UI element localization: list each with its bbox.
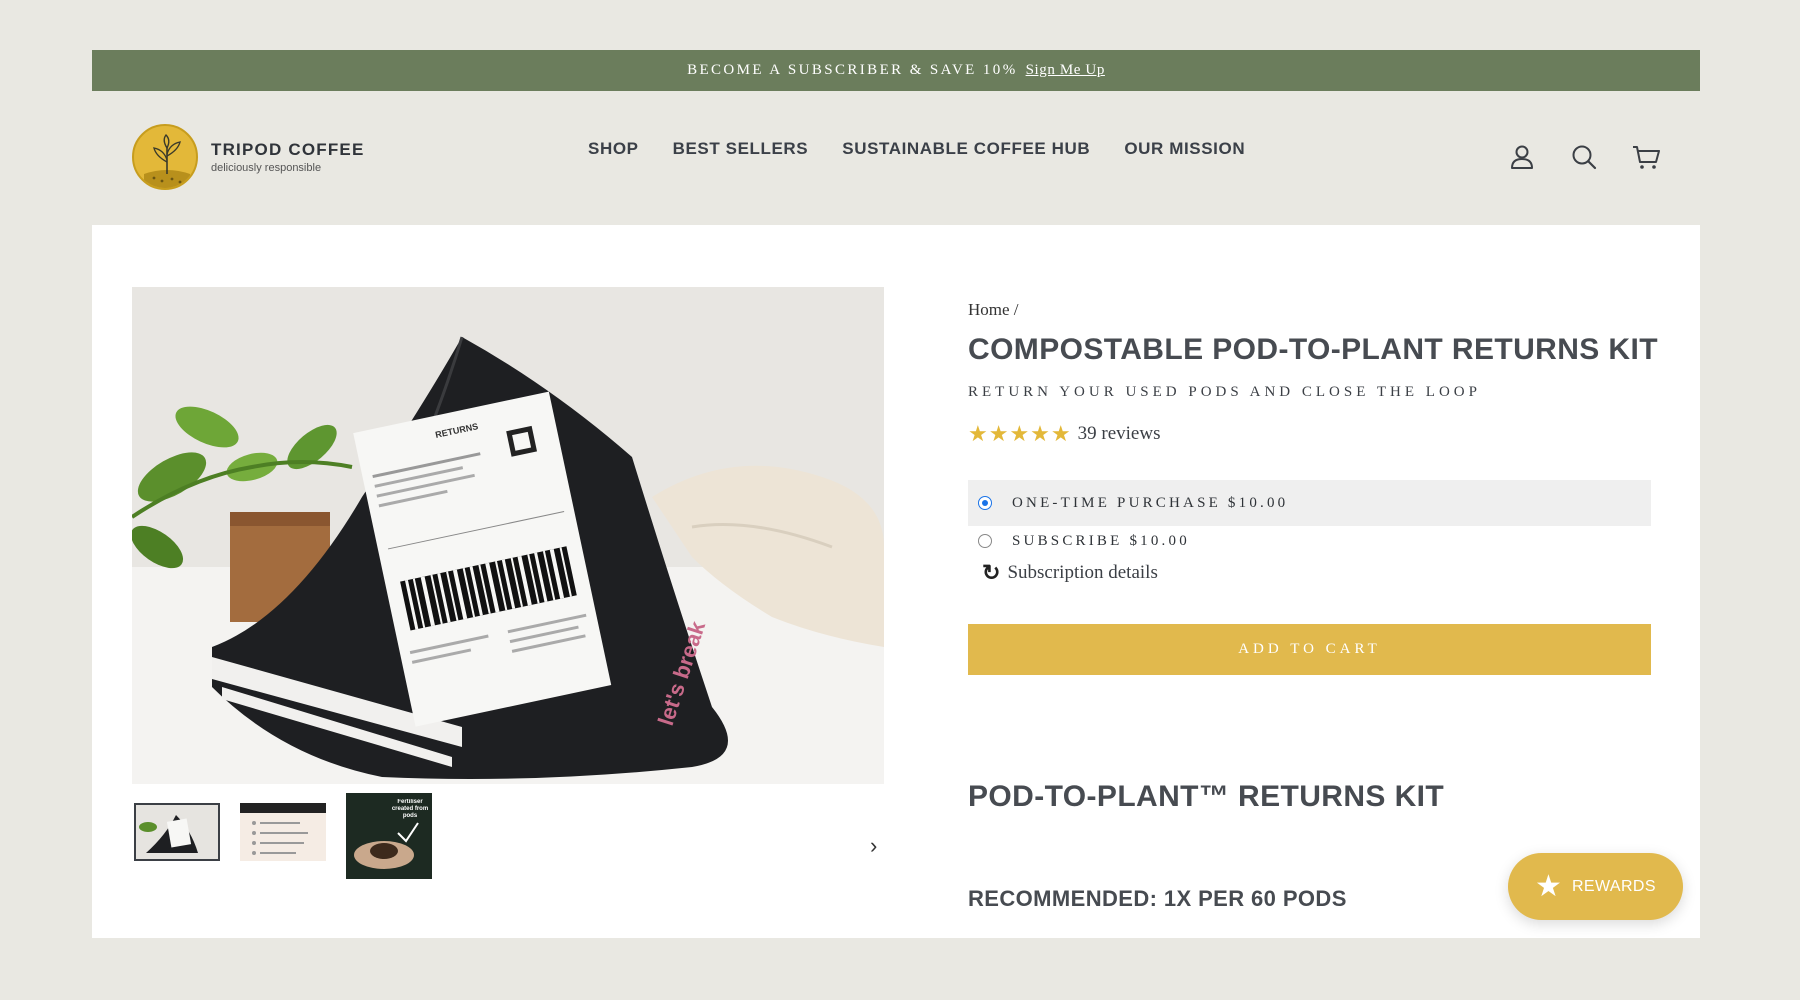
announcement-bar: BECOME A SUBSCRIBER & SAVE 10% Sign Me U… <box>92 50 1700 91</box>
refresh-icon: ↻ <box>982 560 1001 585</box>
subscription-details-text: Subscription details <box>1007 562 1158 583</box>
thumbnail-strip: Fertiliser created from pods <box>134 793 432 879</box>
search-icon[interactable] <box>1570 143 1598 171</box>
add-to-cart-button[interactable]: ADD TO CART <box>968 624 1651 675</box>
product-title: COMPOSTABLE POD-TO-PLANT RETURNS KIT <box>968 333 1658 366</box>
brand-name: TRIPOD COFFEE <box>211 140 365 159</box>
announcement-text: BECOME A SUBSCRIBER & SAVE 10% <box>687 62 1018 78</box>
nav-sustainable-coffee-hub[interactable]: SUSTAINABLE COFFEE HUB <box>842 139 1090 159</box>
brand-tagline: deliciously responsible <box>211 162 322 174</box>
reviews-link[interactable]: 39 reviews <box>1078 423 1161 445</box>
subscription-details-link[interactable]: ↻ Subscription details <box>982 560 1158 586</box>
logo-emblem-icon <box>132 124 198 190</box>
option-subscribe[interactable]: SUBSCRIBE $10.00 <box>968 518 1651 564</box>
rewards-label: REWARDS <box>1571 877 1656 895</box>
nav-shop[interactable]: SHOP <box>588 139 639 159</box>
thumbnail-1[interactable] <box>134 803 220 861</box>
account-icon[interactable] <box>1508 143 1536 171</box>
cart-icon[interactable] <box>1632 143 1660 171</box>
breadcrumb-home[interactable]: Home <box>968 300 1010 319</box>
recommended-text: RECOMMENDED: 1X PER 60 PODS <box>968 886 1347 911</box>
product-rating: ★★★★★ 39 reviews <box>968 421 1160 447</box>
logo[interactable]: TRIPOD COFFEE deliciously responsible <box>132 124 365 190</box>
one-time-radio[interactable] <box>978 496 992 510</box>
one-time-label: ONE-TIME PURCHASE $10.00 <box>1012 494 1289 511</box>
product-main-image[interactable]: RETURNS let's break <box>132 287 884 784</box>
section-title: POD-TO-PLANT™ RETURNS KIT <box>968 780 1445 813</box>
sign-up-link[interactable]: Sign Me Up <box>1026 62 1105 79</box>
breadcrumb: Home / <box>968 300 1019 320</box>
main-nav: SHOP BEST SELLERS SUSTAINABLE COFFEE HUB… <box>588 139 1245 159</box>
star-icon: ★ <box>1535 870 1562 903</box>
nav-our-mission[interactable]: OUR MISSION <box>1124 139 1245 159</box>
product-subtitle: RETURN YOUR USED PODS AND CLOSE THE LOOP <box>968 384 1481 400</box>
rewards-button[interactable]: ★ REWARDS <box>1508 853 1683 920</box>
header-icons <box>1508 143 1660 171</box>
site-header: TRIPOD COFFEE deliciously responsible SH… <box>92 91 1700 225</box>
subscribe-radio[interactable] <box>978 534 992 548</box>
nav-best-sellers[interactable]: BEST SELLERS <box>673 139 809 159</box>
breadcrumb-separator: / <box>1013 300 1019 319</box>
thumbnail-3[interactable]: Fertiliser created from pods <box>346 793 432 879</box>
thumbnail-3-caption: Fertiliser created from pods <box>391 799 429 819</box>
thumbnail-2[interactable] <box>240 803 326 861</box>
page-frame: BECOME A SUBSCRIBER & SAVE 10% Sign Me U… <box>92 50 1700 938</box>
gallery-next-icon[interactable]: › <box>870 833 877 859</box>
subscribe-label: SUBSCRIBE $10.00 <box>1012 532 1190 549</box>
rating-stars-icon: ★★★★★ <box>968 421 1072 446</box>
